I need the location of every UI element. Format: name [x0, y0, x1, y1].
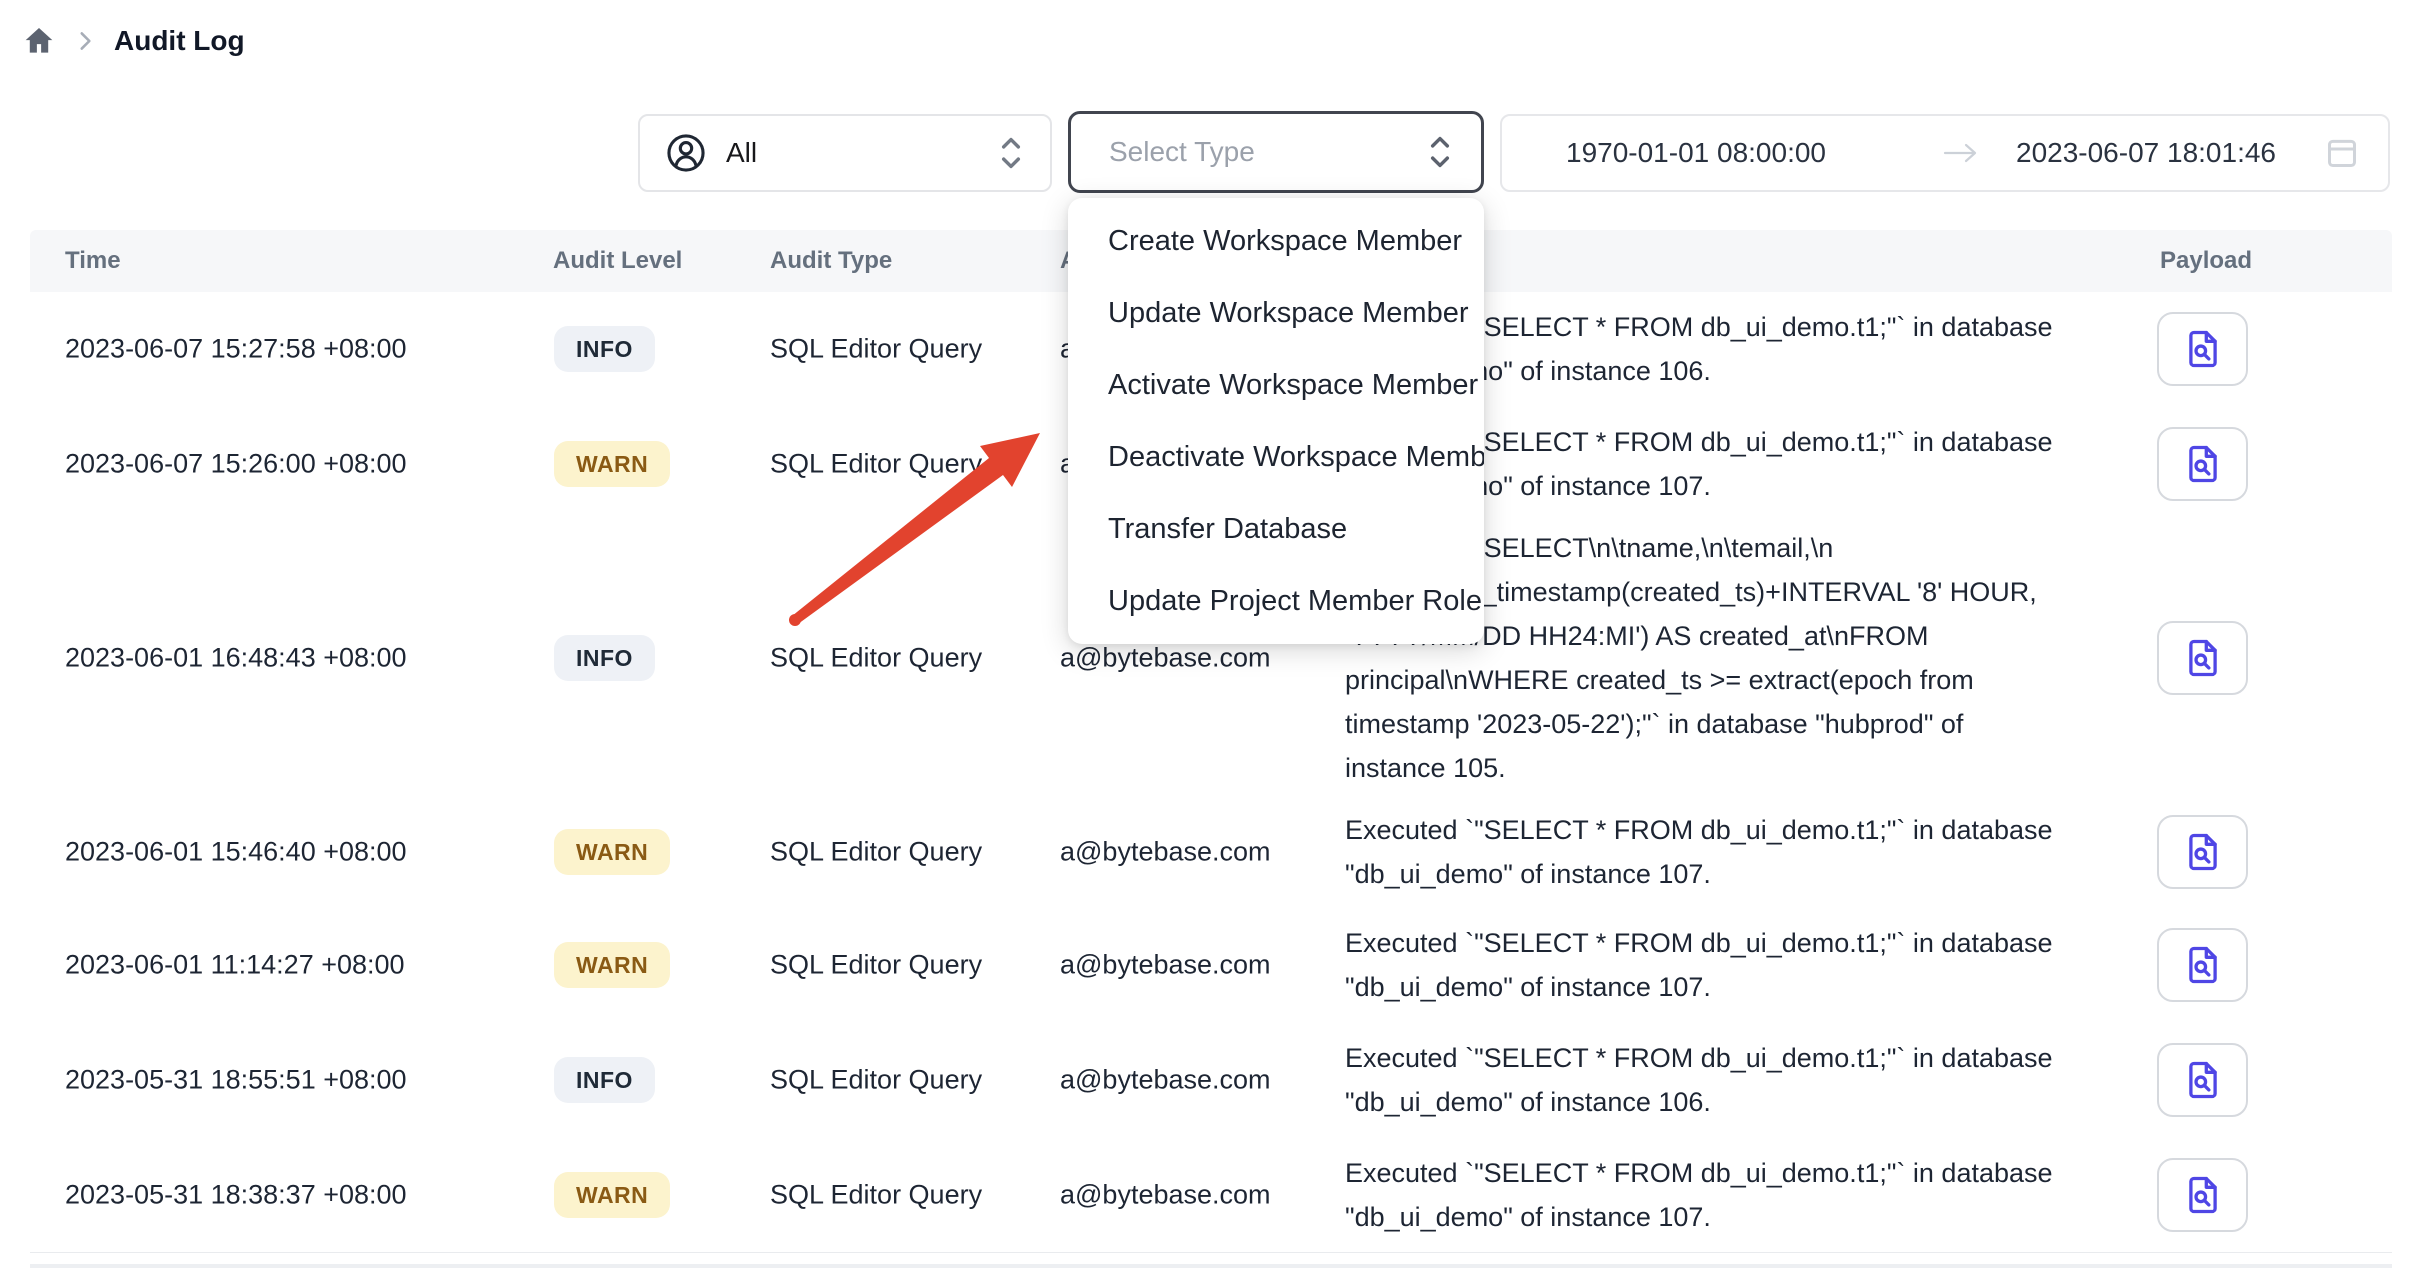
cell-comment: Executed `"SELECT * FROM db_ui_demo.t1;"…: [1345, 1151, 2053, 1239]
payload-view-button[interactable]: [2157, 1043, 2248, 1117]
table-row: 2023-06-01 11:14:27 +08:00 WARN SQL Edit…: [30, 908, 2392, 1023]
home-icon[interactable]: [22, 24, 56, 58]
actor-filter-select[interactable]: All: [638, 114, 1052, 192]
cell-time: 2023-05-31 18:55:51 +08:00: [65, 1064, 407, 1095]
actor-filter-value: All: [726, 137, 757, 169]
page-title: Audit Log: [114, 25, 245, 57]
cell-audit-type: SQL Editor Query: [770, 334, 982, 365]
cell-comment: Executed `"SELECT * FROM db_ui_demo.t1;"…: [1345, 921, 2053, 1009]
menu-item-transfer-database[interactable]: Transfer Database: [1068, 493, 1484, 565]
cell-time: 2023-06-07 15:27:58 +08:00: [65, 334, 407, 365]
payload-view-button[interactable]: [2157, 815, 2248, 889]
calendar-icon: [2322, 133, 2362, 173]
cell-audit-type: SQL Editor Query: [770, 1064, 982, 1095]
cell-comment: Executed `"SELECT * FROM db_ui_demo.t1;"…: [1345, 1036, 2053, 1124]
menu-item-deactivate-workspace-member[interactable]: Deactivate Workspace Member: [1068, 421, 1484, 493]
cell-actor: a@bytebase.com: [1060, 836, 1271, 867]
table-row: 2023-05-31 18:38:37 +08:00 WARN SQL Edit…: [30, 1137, 2392, 1253]
audit-type-filter-select[interactable]: Select Type: [1068, 111, 1484, 193]
col-type: Audit Type: [770, 247, 892, 275]
table-row: 2023-06-01 15:46:40 +08:00 WARN SQL Edit…: [30, 795, 2392, 909]
audit-level-badge: INFO: [554, 635, 655, 681]
cell-actor: a@bytebase.com: [1060, 950, 1271, 981]
file-search-icon: [2181, 327, 2225, 371]
file-search-icon: [2181, 636, 2225, 680]
audit-level-badge: WARN: [554, 441, 670, 487]
person-circle-icon: [664, 131, 708, 175]
audit-level-badge: WARN: [554, 942, 670, 988]
payload-view-button[interactable]: [2157, 312, 2248, 386]
selector-chevrons-icon: [1425, 130, 1455, 174]
type-select-placeholder: Select Type: [1109, 136, 1255, 168]
audit-level-badge: INFO: [554, 1057, 655, 1103]
date-range-start[interactable]: 1970-01-01 08:00:00: [1566, 137, 1906, 169]
cell-audit-type: SQL Editor Query: [770, 643, 982, 674]
menu-item-update-project-member[interactable]: Update Project Member Role: [1068, 565, 1484, 637]
menu-item-activate-workspace-member[interactable]: Activate Workspace Member: [1068, 349, 1484, 421]
cell-comment: Executed `"SELECT * FROM db_ui_demo.t1;"…: [1345, 808, 2053, 896]
cell-audit-type: SQL Editor Query: [770, 836, 982, 867]
payload-view-button[interactable]: [2157, 928, 2248, 1002]
date-range-end[interactable]: 2023-06-07 18:01:46: [2016, 137, 2276, 169]
selector-chevrons-icon: [996, 131, 1026, 175]
cell-audit-type: SQL Editor Query: [770, 1179, 982, 1210]
menu-item-create-workspace-member[interactable]: Create Workspace Member: [1068, 205, 1484, 277]
file-search-icon: [2181, 1173, 2225, 1217]
file-search-icon: [2181, 442, 2225, 486]
cell-time: 2023-06-01 15:46:40 +08:00: [65, 836, 407, 867]
breadcrumb: Audit Log: [22, 24, 245, 58]
audit-level-badge: INFO: [554, 326, 655, 372]
file-search-icon: [2181, 1058, 2225, 1102]
file-search-icon: [2181, 830, 2225, 874]
chevron-right-icon: [72, 28, 98, 54]
cell-actor: a@bytebase.com: [1060, 1179, 1271, 1210]
audit-level-badge: WARN: [554, 829, 670, 875]
payload-view-button[interactable]: [2157, 427, 2248, 501]
type-select-dropdown-menu: Create Workspace Member Update Workspace…: [1068, 198, 1484, 644]
table-bottom-divider: [30, 1264, 2392, 1268]
cell-audit-type: SQL Editor Query: [770, 448, 982, 479]
cell-actor: a@bytebase.com: [1060, 643, 1271, 674]
cell-actor: a@bytebase.com: [1060, 1064, 1271, 1095]
payload-view-button[interactable]: [2157, 621, 2248, 695]
col-payload: Payload: [2160, 247, 2252, 275]
col-time: Time: [65, 247, 121, 275]
col-level: Audit Level: [553, 247, 682, 275]
audit-level-badge: WARN: [554, 1172, 670, 1218]
cell-time: 2023-06-01 11:14:27 +08:00: [65, 950, 405, 981]
file-search-icon: [2181, 943, 2225, 987]
menu-item-update-workspace-member[interactable]: Update Workspace Member: [1068, 277, 1484, 349]
date-range-picker[interactable]: 1970-01-01 08:00:00 2023-06-07 18:01:46: [1500, 114, 2390, 192]
cell-time: 2023-06-01 16:48:43 +08:00: [65, 643, 407, 674]
cell-audit-type: SQL Editor Query: [770, 950, 982, 981]
table-row: 2023-05-31 18:55:51 +08:00 INFO SQL Edit…: [30, 1022, 2392, 1138]
arrow-right-icon: [1906, 140, 2016, 166]
payload-view-button[interactable]: [2157, 1158, 2248, 1232]
cell-time: 2023-05-31 18:38:37 +08:00: [65, 1179, 407, 1210]
cell-time: 2023-06-07 15:26:00 +08:00: [65, 448, 407, 479]
